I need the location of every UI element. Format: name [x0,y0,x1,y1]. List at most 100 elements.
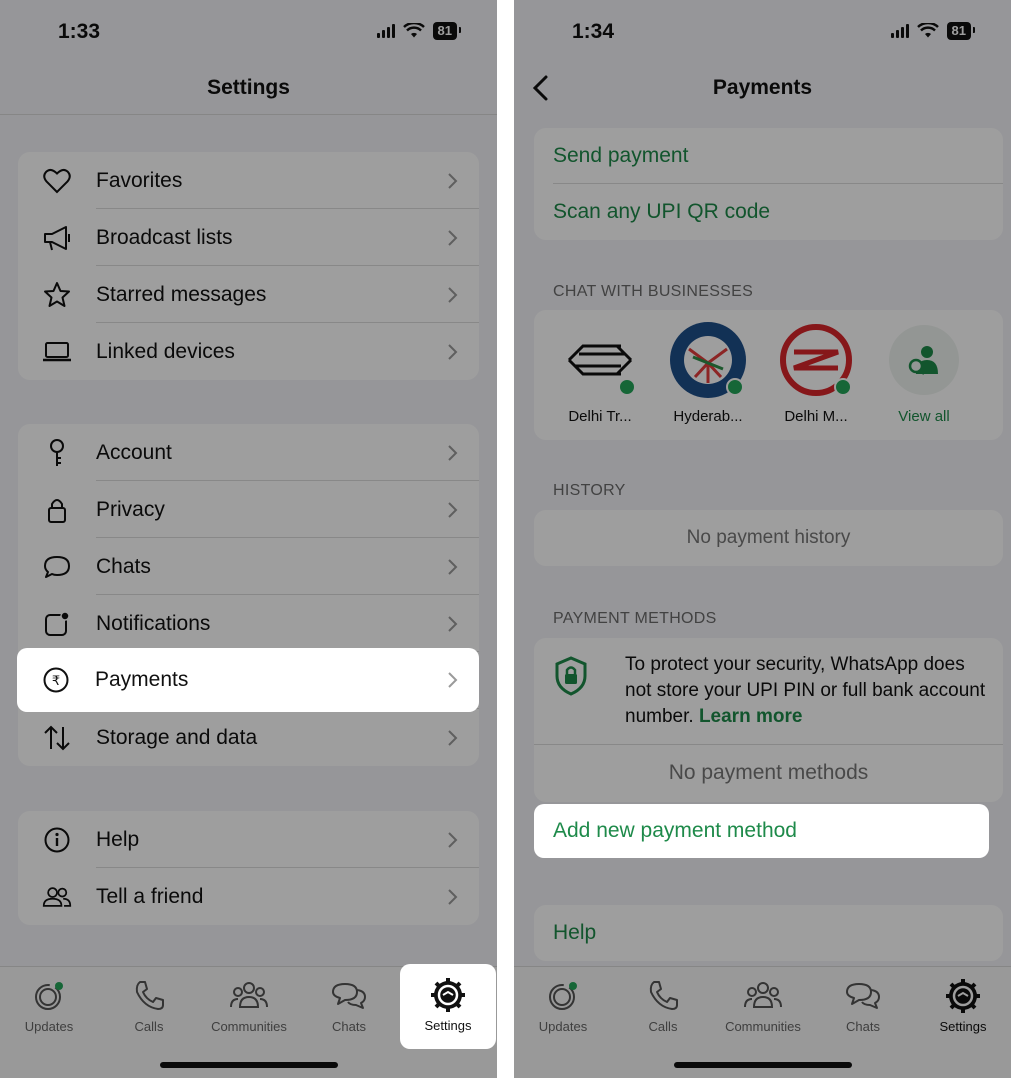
settings-row-privacy[interactable]: Privacy [18,481,479,538]
view-all-businesses-button[interactable]: View all [874,322,974,425]
send-payment-label: Send payment [553,144,689,167]
payments-screen: 1:34 81 Payments Send payment Scan any U… [514,0,1011,1078]
shield-lock-icon [555,656,587,696]
payment-actions: Send payment Scan any UPI QR code [534,128,1003,240]
settings-group-1: Favorites Broadcast lists Starred messages… [18,152,479,380]
tab-chats[interactable]: Chats [814,977,912,1034]
status-time: 1:33 [58,20,101,43]
help-link[interactable]: Help [534,905,1003,961]
chats-icon [330,977,368,1015]
settings-gear-icon [944,977,982,1015]
nav-bar: Payments [514,62,1011,114]
settings-row-favorites[interactable]: Favorites [18,152,479,209]
add-payment-method-button[interactable]: Add new payment method [534,804,989,858]
view-all-label: View all [898,408,950,425]
battery-icon: 81 [946,22,976,40]
tab-communities[interactable]: Communities [200,977,298,1034]
settings-row-linked-devices[interactable]: Linked devices [18,323,479,380]
info-icon [42,825,72,855]
chevron-right-icon [448,889,458,905]
communities-icon [230,977,268,1015]
business-delhi-transport[interactable]: Delhi Tr... [550,322,650,425]
settings-row-label: Favorites [96,168,183,192]
home-indicator [673,1062,852,1068]
tab-label: Communities [211,1019,287,1034]
notification-icon [42,609,72,639]
key-icon [42,438,72,468]
star-icon [42,280,72,310]
chevron-right-icon [448,287,458,303]
business-name: Delhi M... [784,408,848,425]
hyderabad-metro-logo [670,322,746,398]
business-hyderabad-metro[interactable]: Hyderab... [658,322,758,425]
chevron-right-icon [448,559,458,575]
business-name: Delhi Tr... [568,408,632,425]
phone-icon [644,977,682,1015]
signal-icon [376,24,395,38]
delhi-metro-logo [778,322,854,398]
tab-updates[interactable]: Updates [0,977,98,1034]
chat-bubble-icon [42,552,72,582]
tab-calls[interactable]: Calls [100,977,198,1034]
tab-label: Chats [846,1019,880,1034]
settings-row-label: Tell a friend [96,884,204,908]
back-chevron-icon[interactable] [528,74,556,102]
nav-divider [0,114,497,115]
settings-row-notifications[interactable]: Notifications [18,595,479,652]
settings-row-starred-messages[interactable]: Starred messages [18,266,479,323]
settings-group-3: Help Tell a friend [18,811,479,925]
business-name: Hyderab... [673,408,743,425]
scan-qr-label: Scan any UPI QR code [553,200,771,223]
payment-methods-header: PAYMENT METHODS [553,610,717,627]
updates-icon [30,977,68,1015]
settings-row-label: Broadcast lists [96,225,233,249]
page-title: Settings [207,76,290,99]
tab-calls[interactable]: Calls [614,977,712,1034]
settings-row-tell-a-friend[interactable]: Tell a friend [18,868,479,925]
phone-icon [130,977,168,1015]
settings-screen: 1:33 81 Settings Favorites Broadcast list… [0,0,497,1078]
help-section: Help [534,905,1003,961]
tab-settings[interactable]: Settings [400,964,496,1049]
tab-settings[interactable]: Settings [914,977,1011,1034]
communities-icon [744,977,782,1015]
tab-communities[interactable]: Communities [714,977,812,1034]
settings-row-chats[interactable]: Chats [18,538,479,595]
tab-chats[interactable]: Chats [300,977,398,1034]
settings-row-account[interactable]: Account [18,424,479,481]
settings-row-storage-and-data[interactable]: Storage and data [18,709,479,766]
tab-label: Communities [725,1019,801,1034]
settings-row-label: Linked devices [96,339,235,363]
settings-row-label: Privacy [96,497,165,521]
svg-text:₹: ₹ [52,674,60,689]
tab-label: Settings [424,1018,472,1033]
signal-icon [890,24,909,38]
nav-bar: Settings [0,62,497,114]
settings-row-payments[interactable]: ₹ Payments [17,648,479,712]
verified-badge-icon [726,378,744,396]
tab-updates[interactable]: Updates [514,977,612,1034]
history-header: HISTORY [553,482,626,499]
rupee-icon: ₹ [41,665,71,695]
businesses-header: CHAT WITH BUSINESSES [553,283,754,300]
tab-label: Settings [939,1019,987,1034]
chevron-right-icon [448,502,458,518]
status-bar: 1:34 81 [514,0,1011,62]
settings-row-broadcast-lists[interactable]: Broadcast lists [18,209,479,266]
updates-icon [544,977,582,1015]
send-payment-button[interactable]: Send payment [534,128,1003,184]
settings-row-label: Help [96,827,140,851]
verified-badge-icon [618,378,636,396]
battery-icon: 81 [432,22,462,40]
chevron-right-icon [448,173,458,189]
settings-group-2: Account Privacy Chats Notifications ₹ Payment… [18,424,479,766]
learn-more-link[interactable]: Learn more [699,706,802,727]
scan-qr-button[interactable]: Scan any UPI QR code [534,184,1003,240]
delhi-transport-logo [562,322,638,398]
business-delhi-metro[interactable]: Delhi M... [766,322,866,425]
tab-label: Updates [538,1019,588,1034]
settings-row-help[interactable]: Help [18,811,479,868]
security-notice: To protect your security, WhatsApp does … [625,652,991,730]
settings-gear-icon [431,978,465,1012]
settings-row-label: Account [96,440,172,464]
